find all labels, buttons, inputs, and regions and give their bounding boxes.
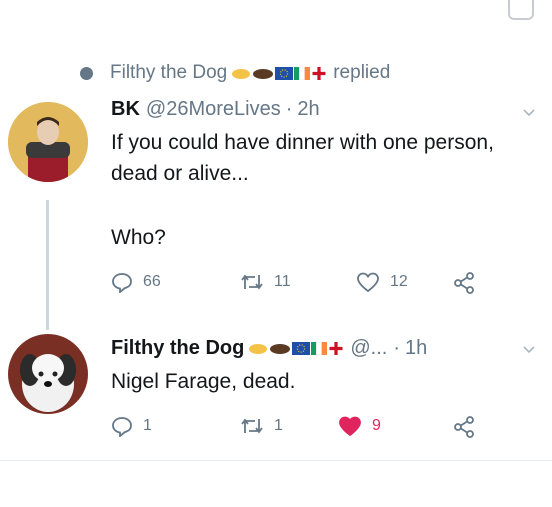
like-count: 12 bbox=[390, 273, 408, 290]
fist-icon bbox=[232, 68, 251, 79]
handle[interactable]: @... bbox=[350, 337, 387, 360]
retweet-icon bbox=[241, 274, 263, 290]
emoji-strip bbox=[231, 66, 327, 80]
tweet-text-line: If you could have dinner with one person… bbox=[111, 131, 494, 154]
tweet-header: Filthy the Dog @... · 1h bbox=[111, 337, 427, 360]
eu-flag-icon bbox=[292, 342, 311, 355]
fist-icon bbox=[249, 344, 268, 354]
timestamp[interactable]: 1h bbox=[405, 337, 427, 360]
ireland-flag-icon bbox=[294, 66, 311, 80]
tweet-text: Nigel Farage, dead. bbox=[111, 370, 296, 393]
replied-label: replied bbox=[333, 62, 391, 83]
reply-button[interactable]: 1 bbox=[111, 415, 152, 437]
england-flag-icon bbox=[312, 66, 326, 80]
tweet-text-line: Who? bbox=[111, 226, 166, 249]
tweet-header: BK @26MoreLives · 2h bbox=[111, 98, 320, 121]
reply-button[interactable]: 66 bbox=[111, 271, 161, 293]
separator: · bbox=[393, 337, 400, 359]
like-icon bbox=[339, 416, 361, 437]
share-button[interactable] bbox=[452, 271, 486, 295]
reply-context: Filthy the Dog replied bbox=[80, 60, 390, 86]
share-icon bbox=[454, 272, 474, 294]
retweet-button[interactable]: 11 bbox=[240, 271, 291, 293]
chevron-down-icon[interactable] bbox=[522, 343, 536, 357]
dog-avatar-icon bbox=[8, 334, 88, 414]
handle[interactable]: @26MoreLives bbox=[146, 98, 281, 121]
thread-line bbox=[46, 200, 49, 330]
retweet-count: 1 bbox=[274, 417, 283, 434]
reply-count: 66 bbox=[143, 273, 161, 290]
separator: · bbox=[285, 98, 293, 120]
ireland-flag-icon bbox=[311, 342, 328, 355]
comment-icon bbox=[112, 273, 132, 293]
top-corner-icon bbox=[508, 0, 534, 20]
display-name[interactable]: Filthy the Dog bbox=[111, 337, 244, 360]
england-flag-icon bbox=[329, 342, 343, 355]
like-icon bbox=[357, 272, 379, 293]
retweet-count: 11 bbox=[274, 273, 291, 290]
dark-fist-icon bbox=[270, 344, 291, 354]
person-avatar-icon bbox=[8, 102, 88, 182]
like-count: 9 bbox=[372, 417, 381, 434]
avatar[interactable] bbox=[8, 334, 88, 414]
timestamp[interactable]: 2h bbox=[297, 98, 319, 121]
retweet-button[interactable]: 1 bbox=[240, 415, 283, 437]
divider bbox=[0, 460, 552, 461]
like-button[interactable]: 12 bbox=[356, 271, 408, 293]
share-icon bbox=[454, 416, 474, 438]
comment-icon bbox=[112, 417, 132, 437]
share-button[interactable] bbox=[452, 415, 486, 439]
eu-flag-icon bbox=[275, 66, 294, 80]
retweet-icon bbox=[241, 418, 263, 434]
like-button[interactable]: 9 bbox=[338, 415, 381, 437]
avatar[interactable] bbox=[8, 102, 88, 182]
reply-user-name[interactable]: Filthy the Dog bbox=[110, 62, 227, 84]
tweet-text-line: dead or alive... bbox=[111, 162, 249, 185]
display-name[interactable]: BK bbox=[111, 98, 140, 121]
dark-fist-icon bbox=[253, 68, 274, 79]
reply-dot-icon bbox=[80, 66, 93, 80]
reply-count: 1 bbox=[143, 417, 152, 434]
chevron-down-icon[interactable] bbox=[522, 106, 536, 120]
emoji-strip bbox=[248, 342, 344, 355]
